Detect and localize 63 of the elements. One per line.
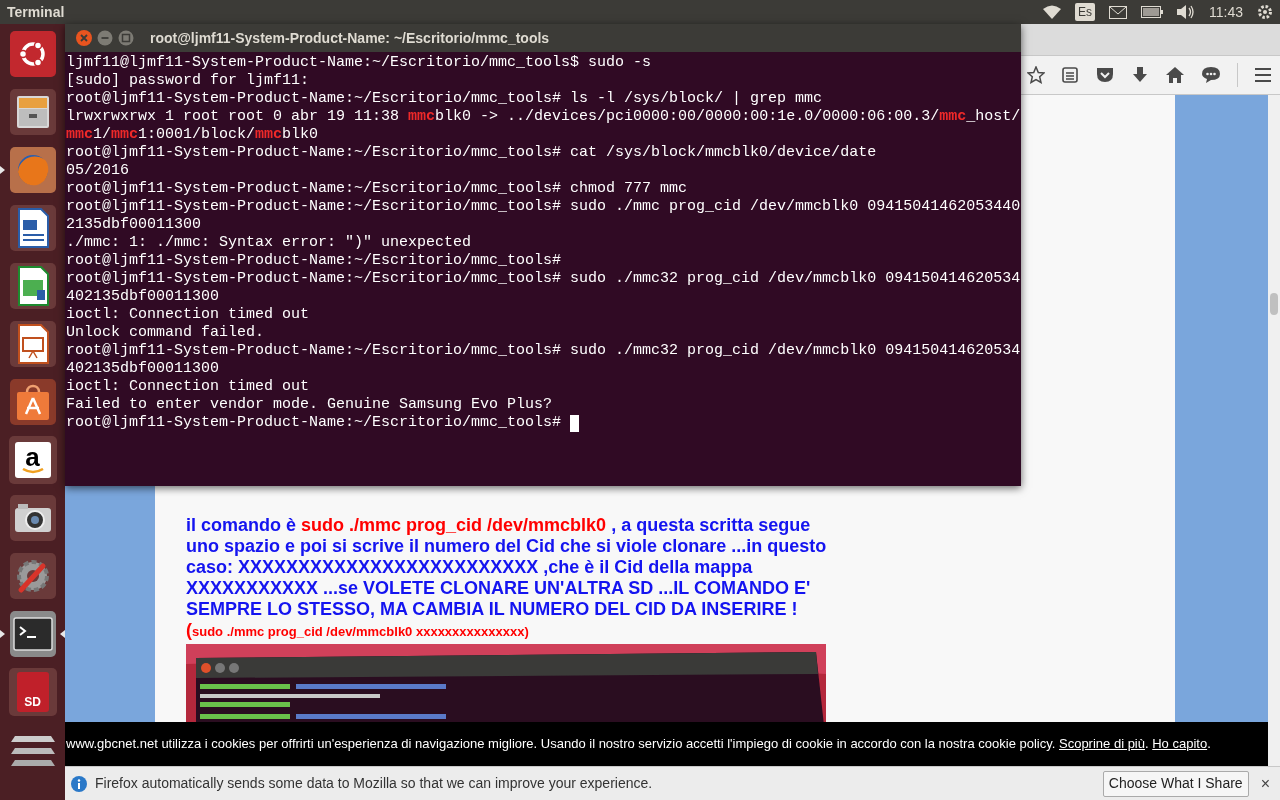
- download-icon[interactable]: [1131, 66, 1149, 84]
- gear-icon[interactable]: [1257, 4, 1273, 20]
- battery-icon[interactable]: [1141, 6, 1163, 18]
- envelope-icon[interactable]: [1109, 5, 1127, 19]
- cookie-notice: www.gbcnet.net utilizza i cookies per offrirti un'esperienza di navigazione migliore. Usando il nostro servizio accetti l'impiego di cookie in accordo con la nostra cookie policy. Scoprine di più. Ho capito.: [66, 735, 1211, 754]
- terminal-icon[interactable]: [8, 610, 57, 658]
- maximize-button[interactable]: [117, 29, 135, 47]
- terminal-line: Unlock command failed.: [66, 324, 265, 342]
- presentation-icon[interactable]: [8, 320, 57, 368]
- terminal-line: 402135dbf00011300: [66, 288, 220, 306]
- launcher-item[interactable]: a: [0, 436, 65, 484]
- terminal-line: 05/2016: [66, 162, 129, 180]
- minimize-button[interactable]: [96, 29, 114, 47]
- choose-what-i-share-button[interactable]: Choose What I Share: [1102, 770, 1249, 797]
- terminal-line: root@ljmf11-System-Product-Name:~/Escritorio/mmc_tools# sudo ./mmc prog_cid /dev/mmcblk0 09415041462053440: [66, 198, 1021, 216]
- pocket-icon[interactable]: [1095, 66, 1115, 84]
- app-title: Terminal: [7, 2, 65, 22]
- terminal-line: ./mmc: 1: ./mmc: Syntax error: ")" unexpected: [66, 234, 472, 252]
- launcher-item[interactable]: [0, 610, 65, 658]
- terminal-line: lrwxrwxrwx 1 root root 0 abr 19 11:38 mmcblk0 -> ../devices/pci0000:00/0000:00:1e.0/0000:06:00.3/mmc_host/: [66, 108, 1021, 126]
- spreadsheet-icon[interactable]: [8, 262, 57, 310]
- menu-icon[interactable]: [1254, 67, 1272, 83]
- keyboard-layout-indicator[interactable]: Es: [1075, 3, 1095, 21]
- scrollbar[interactable]: [1268, 95, 1280, 766]
- terminal-line: Failed to enter vendor mode. Genuine Samsung Evo Plus?: [66, 396, 553, 414]
- article-paragraph: il comando è sudo ./mmc prog_cid /dev/mmcblk0 , a questa scritta segue uno spazio e poi si scrive il numero del Cid che si viole clonare ...in questo caso: XXXXXXXXXXXXXXXXXXXXXXXXX ,che è il Cid della mappa XXXXXXXXXXX ...se VOLETE CLONARE UN'ALTRA SD ...IL COMANDO E' SEMPRE LO STESSO, MA CAMBIA IL NUMERO DEL CID DA INSERIRE ! (sudo ./mmc prog_cid /dev/mmcblk0 xxxxxxxxxxxxxxx): [186, 515, 828, 642]
- window-title: root@ljmf11-System-Product-Name: ~/Escritorio/mmc_tools: [150, 28, 550, 48]
- clock[interactable]: 11:43: [1209, 1, 1243, 23]
- terminal-line: root@ljmf11-System-Product-Name:~/Escritorio/mmc_tools# ls -l /sys/block/ | grep mmc: [66, 90, 823, 108]
- shopping-bag-icon[interactable]: [8, 378, 57, 426]
- terminal-line: root@ljmf11-System-Product-Name:~/Escritorio/mmc_tools# sudo ./mmc32 prog_cid /dev/mmcblk0 094150414620534: [66, 342, 1021, 360]
- scrollbar-thumb[interactable]: [1270, 293, 1278, 315]
- terminal-line: ioctl: Connection timed out: [66, 306, 310, 324]
- gear-wrench-icon[interactable]: [8, 552, 57, 600]
- star-icon[interactable]: [1027, 66, 1045, 84]
- terminal-line: 2135dbf00011300: [66, 216, 202, 234]
- launcher-item[interactable]: SD: [0, 668, 65, 716]
- terminal-line: [sudo] password for ljmf11:: [66, 72, 310, 90]
- sd-card-icon[interactable]: SD: [8, 668, 57, 716]
- file-cabinet-icon[interactable]: [8, 88, 57, 136]
- wifi-icon[interactable]: [1043, 5, 1061, 19]
- info-icon: [71, 775, 87, 792]
- camera-icon[interactable]: [8, 494, 57, 542]
- cookie-link[interactable]: Scoprine di più: [1059, 736, 1145, 752]
- terminal-line: root@ljmf11-System-Product-Name:~/Escritorio/mmc_tools#: [66, 414, 563, 432]
- reading-list-icon[interactable]: [1061, 66, 1079, 84]
- document-icon[interactable]: [8, 204, 57, 252]
- close-button[interactable]: ×: [1260, 775, 1270, 792]
- chat-bubble-icon[interactable]: [1201, 66, 1221, 84]
- terminal-line: mmc1/mmc1:0001/block/mmcblk0: [66, 126, 319, 144]
- terminal-line: root@ljmf11-System-Product-Name:~/Escritorio/mmc_tools# sudo ./mmc32 prog_cid /dev/mmcblk0 094150414620534: [66, 270, 1021, 288]
- ubuntu-logo-icon[interactable]: [8, 30, 57, 78]
- terminal-line: 402135dbf00011300: [66, 360, 220, 378]
- terminal-line: ljmf11@ljmf11-System-Product-Name:~/Escritorio/mmc_tools$ sudo -s: [66, 54, 652, 72]
- terminal-line: root@ljmf11-System-Product-Name:~/Escritorio/mmc_tools# cat /sys/block/mmcblk0/device/date: [66, 144, 877, 162]
- notification-message: Firefox automatically sends some data to Mozilla so that we can improve your experience.: [95, 774, 653, 793]
- terminal-line: root@ljmf11-System-Product-Name:~/Escritorio/mmc_tools# chmod 777 mmc: [66, 180, 688, 198]
- close-button[interactable]: [75, 29, 93, 47]
- terminal-line: ioctl: Connection timed out: [66, 378, 310, 396]
- home-icon[interactable]: [1165, 66, 1185, 84]
- amazon-icon[interactable]: a: [8, 436, 57, 484]
- speaker-icon[interactable]: [1177, 5, 1195, 19]
- terminal-line: root@ljmf11-System-Product-Name:~/Escritorio/mmc_tools#: [66, 252, 562, 270]
